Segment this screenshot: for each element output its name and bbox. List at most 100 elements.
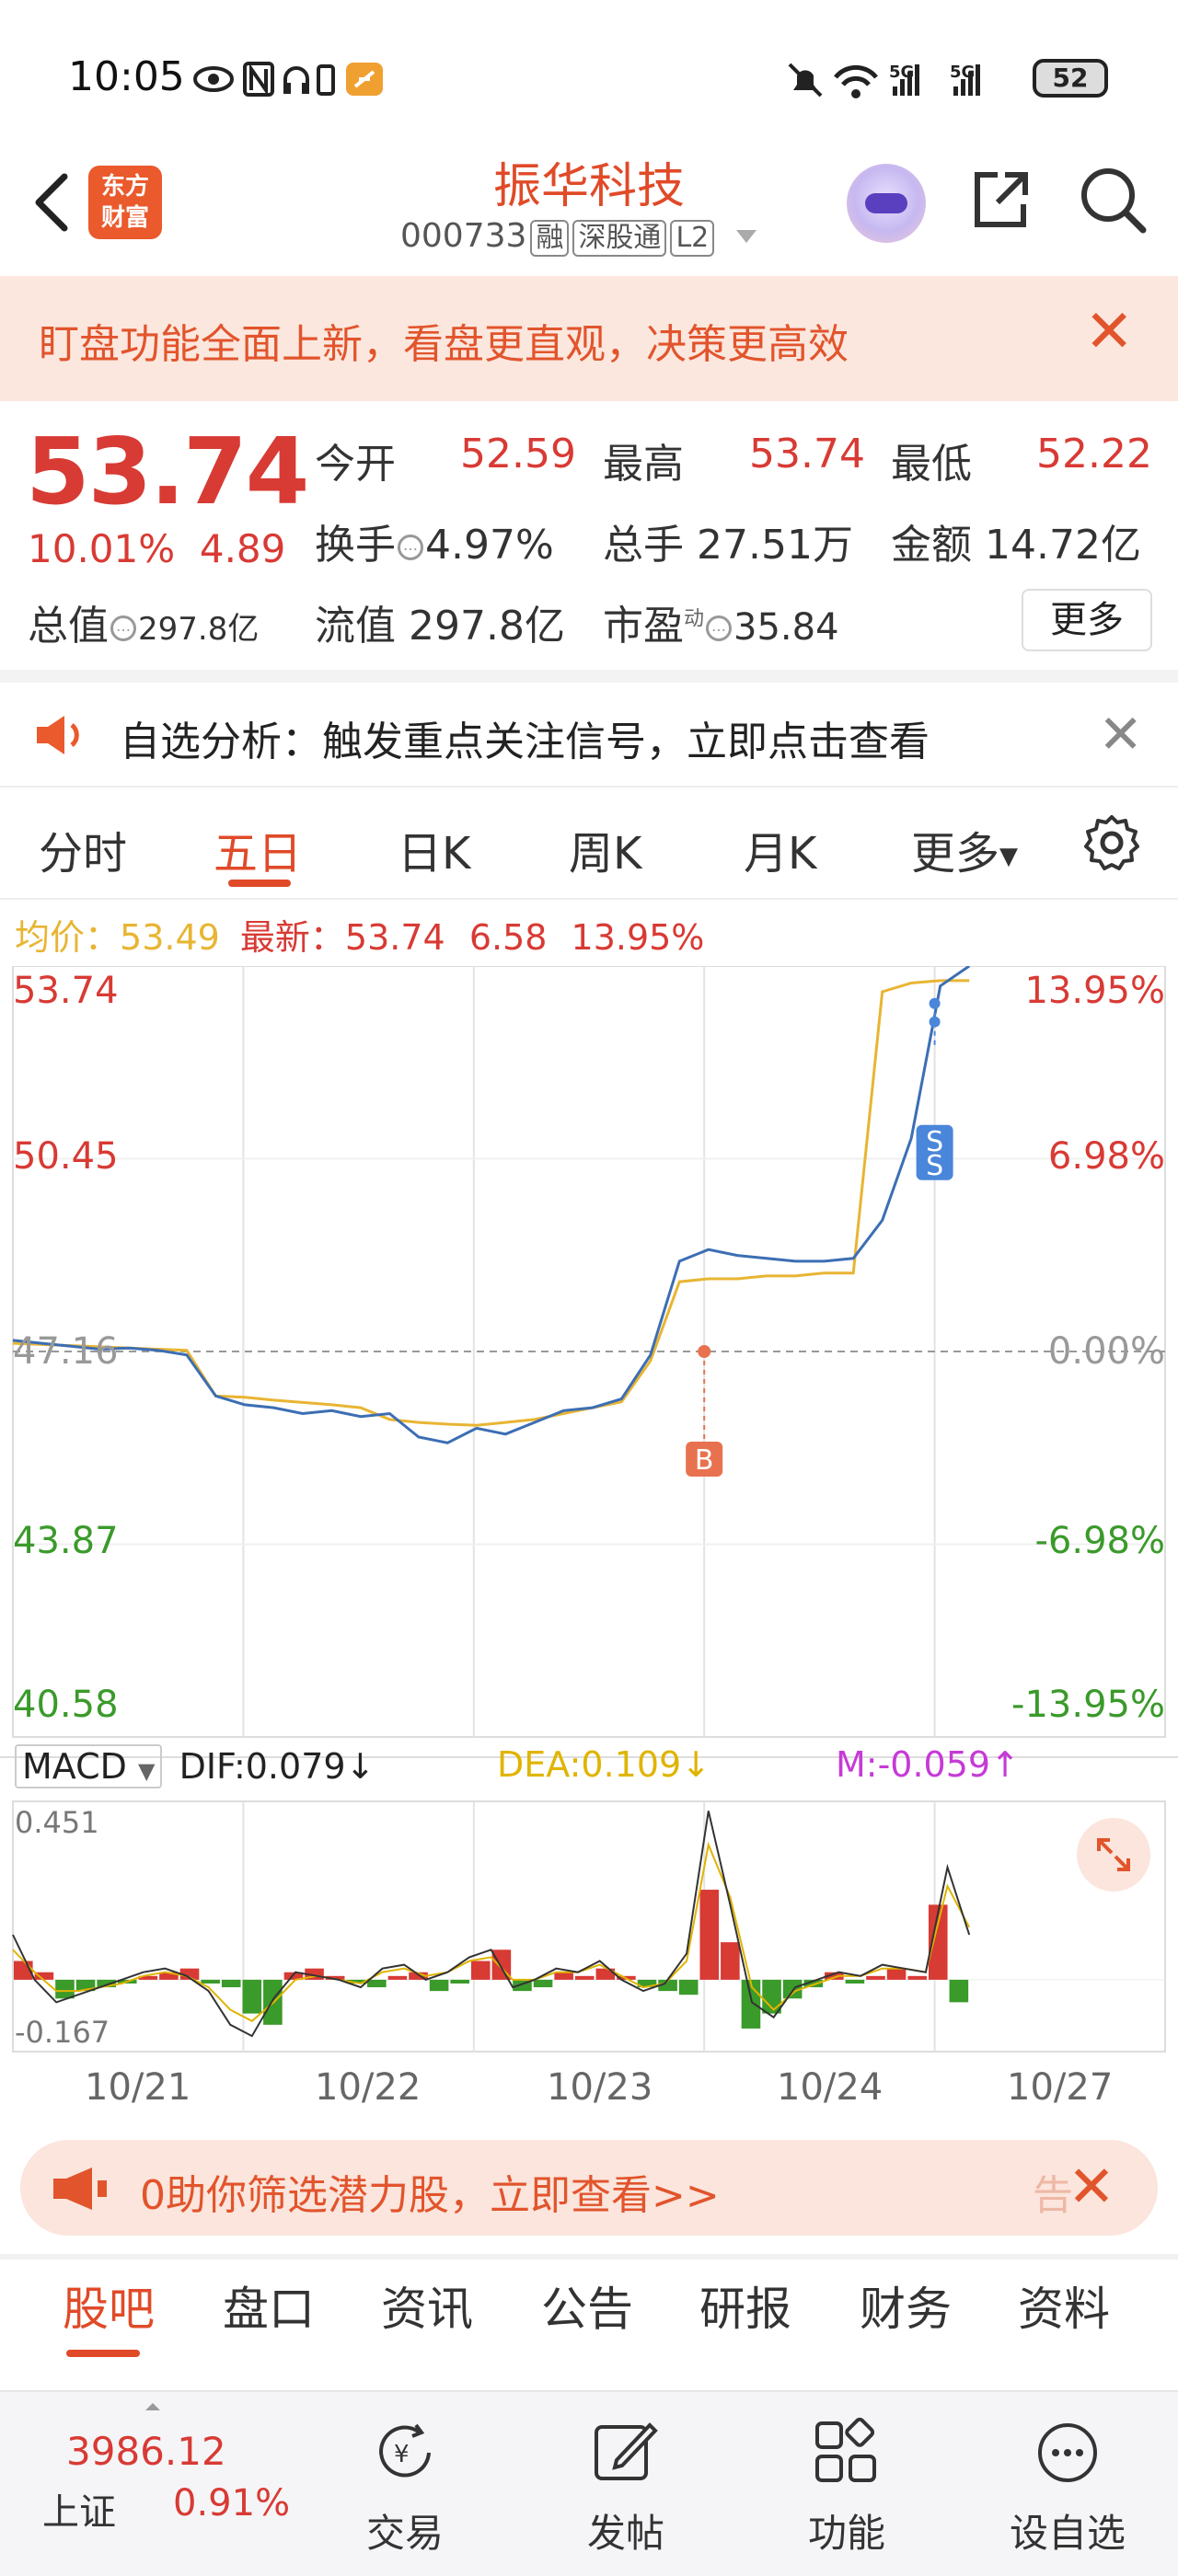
amount-label: 金额 [891,522,972,569]
tab-news[interactable]: 资讯 [381,2272,473,2339]
close-icon[interactable]: ✕ [1068,2153,1115,2220]
nav-function-label: 功能 [807,2511,885,2556]
macd-dea-line [12,1841,971,2023]
macd-bar [55,1979,75,1999]
total-cap-field[interactable]: 总值… 297.8亿 [28,592,259,651]
info-icon[interactable]: … [398,535,423,560]
status-right-icons: 5G 5G [788,63,980,98]
expand-icon [1097,1838,1130,1871]
macd-bar [949,1979,969,2003]
down-arrow-icon: ↓ [681,1744,711,1785]
macd-bar [866,1975,885,1980]
tab-monthly-k[interactable]: 月K [744,817,816,881]
macd-bar [845,1979,865,1984]
pe-label: 市盈 [603,603,684,650]
caret-down-icon: ▼ [999,843,1019,870]
turnover-field[interactable]: 换手… 4.97% [315,512,554,570]
caret-down-icon: ▼ [138,1758,156,1784]
buy-marker-label: B [695,1444,714,1477]
amount-field: 金额 14.72亿 [891,512,1141,570]
macd-bar [554,1972,573,1980]
pe-field[interactable]: 市盈动… 35.84 [603,592,839,651]
macd-bottom-tick: -0.167 [15,2015,110,2050]
y-tick-left: 40.58 [13,1684,119,1726]
macd-selector[interactable]: MACD ▼ [15,1744,163,1788]
tab-underline [228,880,291,887]
tab-research[interactable]: 研报 [699,2272,791,2339]
close-icon[interactable]: ✕ [1098,703,1143,765]
volume-value: 27.51万 [697,522,853,569]
status-bar: 10:05 5G 5G 52 [0,0,1178,156]
macd-top-tick: 0.451 [15,1805,99,1840]
x-tick-date: 10/27 [1007,2066,1114,2109]
sell-marker-label: S [926,1150,943,1182]
tab-more[interactable]: 更多▼ [911,817,1018,881]
high-value: 53.74 [749,431,865,477]
bottom-nav: 3986.12 上证 0.91% ¥ 交易 发帖 功能 设自选 [0,2390,1178,2576]
ad-text: 0助你筛选潜力股，立即查看>> [140,2172,720,2219]
y-tick-left: 53.74 [13,970,119,1012]
macd-frame [12,1800,1166,2053]
gear-icon[interactable] [1082,813,1141,872]
macd-bar [907,1975,927,1980]
svg-text:¥: ¥ [394,2441,410,2468]
stock-code-row[interactable]: 000733 融深股通 L2 [400,217,760,257]
tab-finance[interactable]: 财务 [860,2272,952,2339]
y-tick-left: 47.16 [13,1330,119,1373]
macd-bar [429,1979,449,1992]
x-tick-date: 10/24 [777,2066,884,2109]
info-icon[interactable]: … [706,615,733,641]
tab-intraday[interactable]: 分时 [39,817,127,881]
macd-dea-field: DEA:0.109↓ [497,1744,710,1785]
close-icon[interactable]: ✕ [1084,300,1134,364]
chart-grid [0,966,1178,2053]
macd-bar [678,1979,699,1995]
tab-pankou[interactable]: 盘口 [223,2272,315,2339]
y-tick-left: 43.87 [13,1520,119,1562]
macd-plot [12,1811,1165,2038]
more-circle-icon [1038,2423,1097,2482]
search-icon[interactable] [1079,166,1147,234]
macd-bar [574,1975,595,1980]
tab-announcements[interactable]: 公告 [541,2272,633,2339]
level-tag: L2 [670,220,715,257]
share-icon[interactable] [970,167,1031,232]
five-day-chart[interactable]: BSS [0,966,1178,2116]
total-cap-label: 总值 [28,603,109,650]
change-amount: 4.89 [199,526,286,571]
promo-banner[interactable]: 盯盘功能全面上新，看盘更直观，决策更高效 ✕ [0,276,1178,401]
more-quote-button[interactable]: 更多 [1022,589,1152,651]
sell-point-dot [929,1016,941,1028]
sell-point-dot [929,997,941,1009]
nav-post-label: 发帖 [586,2511,664,2556]
tab-profile[interactable]: 资料 [1018,2272,1110,2339]
macd-dif-line [12,1811,971,2038]
divider [0,670,1178,683]
avg-label: 均价： [15,917,121,958]
megaphone-icon [53,2168,107,2210]
analysis-notice[interactable]: 自选分析：触发重点关注信号，立即点击查看 ✕ [0,686,1178,788]
tab-daily-k[interactable]: 日K [398,817,470,881]
macd-bar [387,1975,408,1980]
ai-assistant-icon[interactable] [847,164,926,243]
trade-icon: ¥ [379,2423,431,2478]
tab-guba[interactable]: 股吧 [63,2272,155,2339]
float-cap-value: 297.8亿 [409,603,565,650]
y-tick-right: 6.98% [1047,1135,1165,1178]
tab-five-day[interactable]: 五日 [214,817,302,881]
status-left-icons [193,62,383,97]
low-label: 最低 [891,441,972,488]
latest-value: 53.74 [344,917,445,958]
avg-latest-line: 均价：53.49 最新：53.74 6.58 13.95% [15,909,704,960]
amount-value: 14.72亿 [985,522,1141,569]
caret-up-icon [145,2403,160,2410]
expand-button[interactable] [1077,1818,1150,1892]
tab-more-label: 更多 [911,828,1000,880]
grid-icon [815,2417,876,2482]
latest-change: 6.58 [468,917,548,958]
screener-ad[interactable]: 0助你筛选潜力股，立即查看>> 告 ✕ [20,2140,1158,2236]
info-icon[interactable]: … [110,615,136,641]
x-tick-date: 10/21 [85,2066,191,2109]
connect-tag: 深股通 [572,220,667,257]
tab-weekly-k[interactable]: 周K [569,817,641,881]
